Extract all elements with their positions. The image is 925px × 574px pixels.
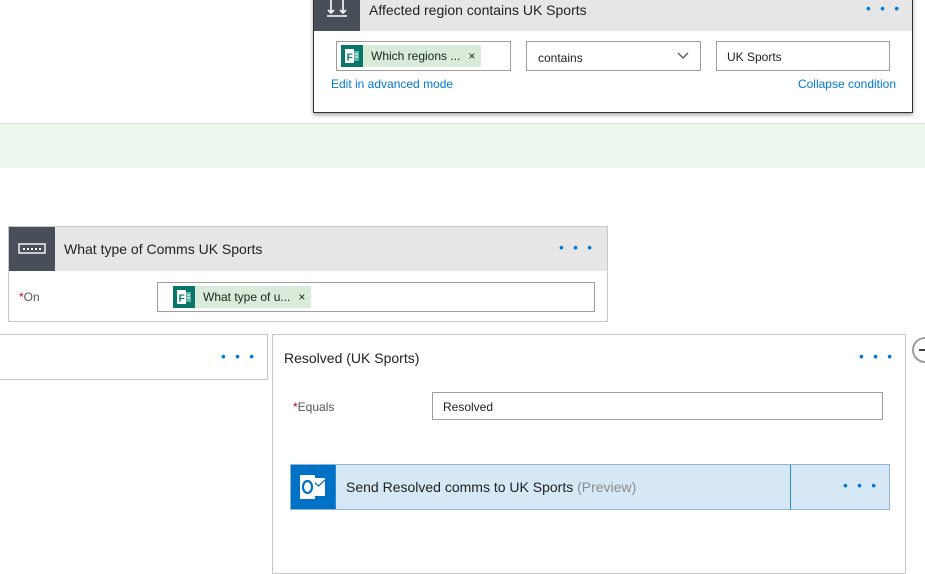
action-menu-button[interactable]: • • • <box>843 478 879 493</box>
case-card-resolved: Resolved (UK Sports) • • • *Equals Resol… <box>272 334 906 574</box>
condition-card: Affected region contains UK Sports • • •… <box>313 0 913 113</box>
switch-icon <box>9 227 55 271</box>
equals-value: Resolved <box>443 400 494 414</box>
condition-title: Affected region contains UK Sports <box>369 2 587 18</box>
branch-background-band <box>0 123 925 168</box>
token-remove-button[interactable]: × <box>298 290 311 304</box>
condition-operator-select[interactable]: contains <box>526 41 701 71</box>
outlook-icon <box>291 465 335 509</box>
send-email-action-card[interactable]: Send Resolved comms to UK Sports (Previe… <box>290 464 890 510</box>
condition-right-operand-input[interactable]: UK Sports <box>716 41 890 71</box>
case-menu-button[interactable]: • • • <box>859 349 895 364</box>
chevron-down-icon <box>676 48 690 67</box>
case-card-left[interactable]: • • • <box>0 334 268 380</box>
microsoft-forms-icon: F <box>341 45 363 67</box>
collapse-condition-link[interactable]: Collapse condition <box>798 77 896 91</box>
token-label: What type of u... <box>203 290 291 304</box>
token-label: Which regions ... <box>371 49 461 63</box>
on-label-text: On <box>23 290 40 304</box>
action-title-text: Send Resolved comms to UK Sports <box>346 479 574 495</box>
switch-title: What type of Comms UK Sports <box>64 241 263 257</box>
svg-text:F: F <box>179 294 185 305</box>
microsoft-forms-icon: F <box>173 286 195 308</box>
svg-text:F: F <box>347 53 353 64</box>
switch-card: What type of Comms UK Sports • • • *On F… <box>8 226 608 322</box>
switch-header[interactable]: What type of Comms UK Sports • • • <box>9 227 607 271</box>
operator-value: contains <box>538 51 583 65</box>
condition-icon <box>314 0 360 31</box>
edit-advanced-mode-link[interactable]: Edit in advanced mode <box>331 77 453 91</box>
condition-menu-button[interactable]: • • • <box>866 1 902 16</box>
condition-header[interactable]: Affected region contains UK Sports • • • <box>314 0 912 31</box>
case-left-menu-button[interactable]: • • • <box>221 349 257 364</box>
action-title-area[interactable]: Send Resolved comms to UK Sports (Previe… <box>335 465 791 509</box>
dynamic-content-token[interactable]: F What type of u... × <box>173 286 312 308</box>
token-remove-button[interactable]: × <box>468 49 481 63</box>
switch-menu-button[interactable]: • • • <box>559 240 595 255</box>
action-title: Send Resolved comms to UK Sports (Previe… <box>346 479 636 495</box>
case-title[interactable]: Resolved (UK Sports) <box>284 350 419 366</box>
dynamic-content-token[interactable]: F Which regions ... × <box>341 45 482 67</box>
on-field-label: *On <box>19 290 40 304</box>
equals-input[interactable]: Resolved <box>432 392 883 420</box>
operand-value: UK Sports <box>727 50 782 64</box>
minus-circle-icon[interactable] <box>912 337 925 363</box>
equals-label-text: Equals <box>297 400 335 414</box>
minus-glyph <box>919 349 925 351</box>
condition-left-operand-field[interactable]: F Which regions ... × <box>336 41 511 71</box>
equals-field-label: *Equals <box>293 400 334 414</box>
switch-on-input[interactable]: F What type of u... × <box>157 282 595 312</box>
preview-tag: (Preview) <box>577 479 637 495</box>
